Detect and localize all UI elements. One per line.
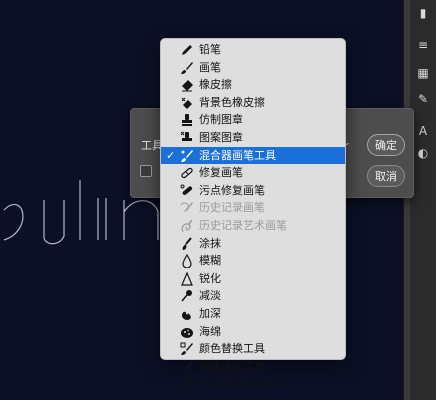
smudge-icon (180, 236, 194, 251)
menu-item[interactable]: 加深 (161, 305, 345, 323)
menu-item-label: 锐化 (199, 271, 221, 285)
menu-item[interactable]: 铅笔 (161, 41, 345, 59)
panel-icon[interactable]: ▮ (416, 6, 430, 20)
background-eraser-icon (180, 96, 194, 110)
sharpen-icon (180, 271, 194, 286)
ok-button[interactable]: 确定 (367, 134, 405, 156)
menu-item-label: 混合器画笔工具 (199, 148, 276, 162)
menu-item[interactable]: ✓ 混合器画笔工具 (161, 146, 345, 165)
menu-item-label: 海绵 (199, 324, 221, 338)
menu-item[interactable]: 颜色替换工具 (161, 340, 345, 358)
pattern-stamp-icon (180, 131, 194, 145)
cancel-button[interactable]: 取消 (367, 165, 405, 187)
tool-menu-list: 铅笔 画笔 橡皮擦 背景色橡皮擦 仿制图章 图案图章 ✓ 混合器画笔工具 修复画笔 污点修复画笔历… (161, 41, 345, 393)
burn-icon (180, 307, 194, 321)
menu-item-label: 涂抹 (199, 236, 221, 250)
menu-item-label: 修复画笔 (199, 166, 243, 180)
art-history-brush-icon (180, 219, 194, 233)
clone-stamp-icon (180, 113, 194, 127)
menu-item-label: 画笔 (199, 60, 221, 74)
menu-item[interactable]: 快速选择工具 (161, 358, 345, 376)
panel-divider (404, 0, 410, 400)
checkmark-icon: ✓ (166, 148, 176, 162)
menu-item[interactable]: 画笔 (161, 59, 345, 77)
pencil-icon (180, 43, 194, 57)
color-replacement-icon (180, 342, 194, 356)
menu-item-label: 加深 (199, 306, 221, 320)
tool-dropdown-menu: 铅笔 画笔 橡皮擦 背景色橡皮擦 仿制图章 图案图章 ✓ 混合器画笔工具 修复画笔 污点修复画笔历… (160, 38, 346, 392)
adjust-icon[interactable]: ◐ (416, 146, 430, 160)
healing-brush-icon (180, 166, 194, 180)
menu-item-label: 背景色橡皮擦 (199, 95, 265, 109)
text-panel-icon[interactable]: A (416, 124, 430, 138)
menu-item: 历史记录艺术画笔 (161, 217, 345, 235)
menu-item[interactable]: 模糊 (161, 252, 345, 270)
dodge-icon (180, 289, 194, 303)
menu-item[interactable]: 图案图章 (161, 129, 345, 147)
brush-panel-icon[interactable]: ✎ (416, 92, 430, 106)
history-brush-icon (180, 201, 194, 215)
option-checkbox[interactable] (140, 165, 152, 177)
menu-item-label: 污点修复画笔 (199, 183, 265, 197)
menu-item-label: 历史记录艺术画笔 (199, 218, 287, 232)
menu-item[interactable]: 橡皮擦 (161, 76, 345, 94)
layers-icon[interactable]: ≡ (416, 38, 430, 52)
menu-item[interactable]: 海绵 (161, 323, 345, 341)
menu-item-label: QS Matting Tool (199, 377, 285, 391)
menu-item-label: 历史记录画笔 (199, 201, 265, 215)
menu-item[interactable]: QS Matting Tool (161, 375, 345, 393)
right-panel-strip: ▮ ≡ ▦ ✎ A ◐ (403, 0, 436, 400)
menu-item[interactable]: 减淡 (161, 287, 345, 305)
menu-item[interactable]: 背景色橡皮擦 (161, 94, 345, 112)
brush-icon (180, 61, 194, 75)
menu-item[interactable]: 污点修复画笔 (161, 182, 345, 200)
menu-item-label: 颜色替换工具 (199, 342, 265, 356)
menu-item[interactable]: 涂抹 (161, 235, 345, 253)
grid-icon[interactable]: ▦ (416, 66, 430, 80)
menu-item-label: 图案图章 (199, 130, 243, 144)
mixer-brush-icon (180, 149, 194, 163)
spot-healing-brush-icon (180, 184, 194, 198)
qs-matting-icon (180, 377, 194, 392)
eraser-icon (180, 78, 194, 92)
menu-item-label: 仿制图章 (199, 113, 243, 127)
sponge-icon (180, 325, 194, 339)
quick-selection-icon (180, 360, 194, 374)
menu-item-label: 橡皮擦 (199, 78, 232, 92)
menu-item[interactable]: 修复画笔 (161, 164, 345, 182)
menu-item[interactable]: 仿制图章 (161, 111, 345, 129)
blur-icon (180, 254, 194, 269)
menu-item: 历史记录画笔 (161, 199, 345, 217)
menu-item[interactable]: 锐化 (161, 270, 345, 288)
menu-item-label: 模糊 (199, 254, 221, 268)
menu-item-label: 减淡 (199, 289, 221, 303)
menu-item-label: 铅笔 (199, 43, 221, 56)
menu-item-label: 快速选择工具 (199, 359, 265, 373)
